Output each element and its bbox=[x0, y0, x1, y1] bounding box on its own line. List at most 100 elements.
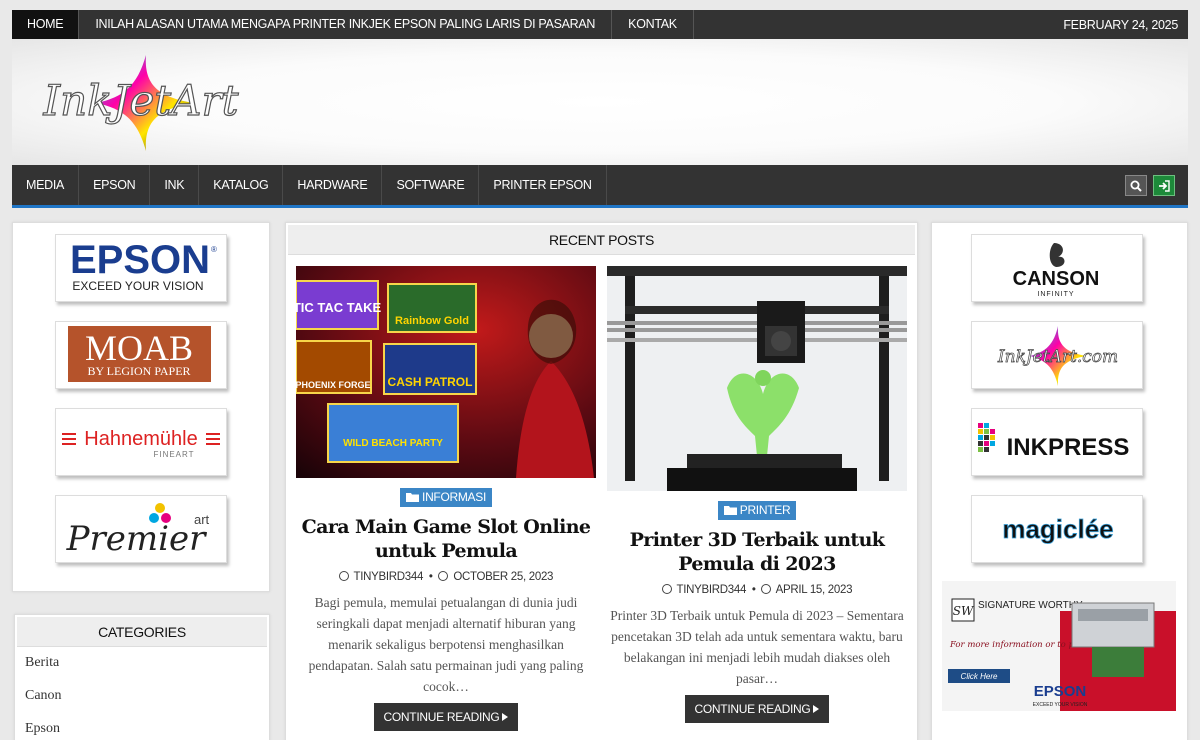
svg-text:®: ® bbox=[211, 245, 217, 254]
svg-text:EXCEED YOUR VISION: EXCEED YOUR VISION bbox=[1033, 702, 1088, 708]
continue-reading-button[interactable]: CONTINUE READING bbox=[373, 703, 519, 731]
slot-games-image: TIC TAC TAKE Rainbow Gold PHOENIX FORGE … bbox=[296, 266, 596, 478]
svg-text:CASH PATROL: CASH PATROL bbox=[388, 375, 473, 389]
nav-printer-epson[interactable]: PRINTER EPSON bbox=[479, 165, 607, 205]
inkjetart-logo-card[interactable]: InkJetArt.com bbox=[971, 321, 1143, 389]
post-meta: TINYBIRD344 • APRIL 15, 2023 bbox=[607, 583, 907, 597]
post-author[interactable]: TINYBIRD344 bbox=[354, 571, 424, 583]
svg-text:Click Here: Click Here bbox=[961, 672, 998, 681]
moab-logo-card[interactable]: MOAB BY LEGION PAPER bbox=[55, 321, 227, 389]
svg-text:Hahnemühle: Hahnemühle bbox=[84, 428, 197, 450]
hahnemuhle-logo-card[interactable]: Hahnemühle FINEART bbox=[55, 408, 227, 476]
epson-logo-card[interactable]: EPSON ® EXCEED YOUR VISION bbox=[55, 234, 227, 302]
svg-text:INFINITY: INFINITY bbox=[1037, 291, 1074, 298]
user-icon bbox=[661, 584, 672, 594]
nav-epson[interactable]: EPSON bbox=[79, 165, 151, 205]
svg-text:Rainbow Gold: Rainbow Gold bbox=[395, 315, 469, 327]
post-card: TIC TAC TAKE Rainbow Gold PHOENIX FORGE … bbox=[296, 266, 596, 731]
folder-icon bbox=[405, 493, 419, 502]
continue-reading-button[interactable]: CONTINUE READING bbox=[684, 695, 830, 723]
svg-text:magiclée: magiclée bbox=[1002, 514, 1113, 544]
search-icon bbox=[1130, 180, 1142, 192]
svg-text:WILD BEACH PARTY: WILD BEACH PARTY bbox=[343, 438, 443, 449]
svg-text:SIGNATURE WORTHY: SIGNATURE WORTHY bbox=[978, 600, 1083, 611]
category-item-epson[interactable]: Epson bbox=[25, 721, 62, 740]
hahnemuhle-logo: Hahnemühle FINEART bbox=[62, 428, 220, 459]
recent-posts: RECENT POSTS TIC TAC TAKE Rainbow Gold P… bbox=[285, 222, 918, 740]
svg-text:TIC TAC TAKE: TIC TAC TAKE bbox=[296, 300, 381, 315]
post-author[interactable]: TINYBIRD344 bbox=[676, 584, 746, 596]
current-date: FEBRUARY 24, 2025 bbox=[1063, 17, 1178, 32]
clock-icon bbox=[761, 584, 772, 594]
svg-text:art: art bbox=[194, 512, 210, 527]
logo-text: InkJetArt bbox=[43, 76, 239, 125]
canson-logo: CANSON INFINITY bbox=[1013, 243, 1100, 298]
svg-text:MOAB: MOAB bbox=[85, 328, 193, 368]
right-sidebar: CANSON INFINITY InkJetArt.com INKPRESS m… bbox=[931, 222, 1188, 740]
svg-text:BY LEGION PAPER: BY LEGION PAPER bbox=[87, 364, 190, 378]
post-title[interactable]: Printer 3D Terbaik untuk Pemula di 2023 bbox=[607, 528, 907, 576]
post-card: PRINTER Printer 3D Terbaik untuk Pemula … bbox=[607, 266, 907, 723]
category-badge[interactable]: INFORMASI bbox=[399, 488, 492, 507]
post-excerpt: Printer 3D Terbaik untuk Pemula di 2023 … bbox=[610, 608, 904, 686]
svg-text:CANSON: CANSON bbox=[1013, 268, 1100, 290]
category-badge[interactable]: PRINTER bbox=[717, 501, 797, 520]
categories-list: Berita Canon Epson bbox=[25, 655, 62, 740]
post-date[interactable]: OCTOBER 25, 2023 bbox=[453, 571, 553, 583]
folder-icon bbox=[723, 506, 737, 515]
epson-logo: EPSON ® EXCEED YOUR VISION bbox=[70, 238, 217, 293]
svg-text:InkJetArt.com: InkJetArt.com bbox=[997, 347, 1118, 367]
main-nav: MEDIA EPSON INK KATALOG HARDWARE SOFTWAR… bbox=[12, 165, 1188, 208]
site-header: InkJetArt bbox=[12, 39, 1188, 165]
magiclee-logo: magiclée bbox=[1002, 514, 1114, 545]
top-bar: HOME INILAH ALASAN UTAMA MENGAPA PRINTER… bbox=[12, 10, 1188, 39]
premier-art-logo-card[interactable]: Premier art bbox=[55, 495, 227, 563]
post-title[interactable]: Cara Main Game Slot Online untuk Pemula bbox=[296, 515, 596, 563]
nav-katalog[interactable]: KATALOG bbox=[199, 165, 284, 205]
caret-right-icon bbox=[813, 705, 820, 713]
sign-in-icon bbox=[1159, 179, 1170, 192]
premier-art-logo: Premier art bbox=[66, 503, 210, 559]
nav-media[interactable]: MEDIA bbox=[12, 165, 80, 205]
svg-text:PHOENIX FORGE: PHOENIX FORGE bbox=[296, 380, 371, 390]
category-item-canon[interactable]: Canon bbox=[25, 688, 62, 721]
top-nav-article[interactable]: INILAH ALASAN UTAMA MENGAPA PRINTER INKJ… bbox=[79, 10, 613, 39]
nav-software[interactable]: SOFTWARE bbox=[382, 165, 480, 205]
top-nav-contact[interactable]: KONTAK bbox=[612, 10, 694, 39]
post-thumbnail-3d-printer[interactable] bbox=[607, 266, 907, 491]
post-date[interactable]: APRIL 15, 2023 bbox=[776, 584, 853, 596]
nav-hardware[interactable]: HARDWARE bbox=[283, 165, 383, 205]
svg-text:INKPRESS: INKPRESS bbox=[1007, 434, 1130, 461]
post-meta: TINYBIRD344 • OCTOBER 25, 2023 bbox=[296, 570, 596, 584]
categories-widget: CATEGORIES Berita Canon Epson bbox=[14, 614, 270, 740]
categories-title: CATEGORIES bbox=[17, 617, 267, 647]
caret-right-icon bbox=[502, 713, 509, 721]
magiclee-logo-card[interactable]: magiclée bbox=[971, 495, 1143, 563]
svg-text:Premier: Premier bbox=[66, 519, 207, 559]
inkpress-logo: INKPRESS bbox=[978, 423, 1130, 461]
category-item-berita[interactable]: Berita bbox=[25, 655, 62, 688]
recent-posts-title: RECENT POSTS bbox=[288, 225, 915, 255]
post-thumbnail-slot-games[interactable]: TIC TAC TAKE Rainbow Gold PHOENIX FORGE … bbox=[296, 266, 596, 478]
clock-icon bbox=[438, 571, 449, 581]
svg-text:EXCEED YOUR VISION: EXCEED YOUR VISION bbox=[72, 279, 203, 293]
inkjetart-com-logo: InkJetArt.com bbox=[997, 326, 1118, 386]
nav-ink[interactable]: INK bbox=[150, 165, 200, 205]
svg-text:SW: SW bbox=[953, 604, 975, 618]
svg-text:EPSON: EPSON bbox=[70, 238, 210, 282]
3d-printer-image bbox=[607, 266, 907, 491]
site-logo[interactable]: InkJetArt bbox=[26, 53, 256, 153]
svg-text:FINEART: FINEART bbox=[153, 450, 194, 459]
search-button[interactable] bbox=[1125, 175, 1147, 196]
left-sidebar-logos: EPSON ® EXCEED YOUR VISION MOAB BY LEGIO… bbox=[12, 222, 270, 592]
svg-text:EPSON: EPSON bbox=[1034, 683, 1087, 700]
inkpress-logo-card[interactable]: INKPRESS bbox=[971, 408, 1143, 476]
moab-logo: MOAB BY LEGION PAPER bbox=[68, 326, 211, 382]
post-excerpt: Bagi pemula, memulai petualangan di duni… bbox=[308, 595, 584, 694]
epson-ad-banner: SW SIGNATURE WORTHY For more information… bbox=[942, 581, 1176, 711]
canson-logo-card[interactable]: CANSON INFINITY bbox=[971, 234, 1143, 302]
signature-worthy-ad[interactable]: SW SIGNATURE WORTHY For more information… bbox=[942, 581, 1176, 711]
login-button[interactable] bbox=[1153, 175, 1175, 196]
user-icon bbox=[338, 571, 349, 581]
top-nav-home[interactable]: HOME bbox=[12, 10, 80, 39]
